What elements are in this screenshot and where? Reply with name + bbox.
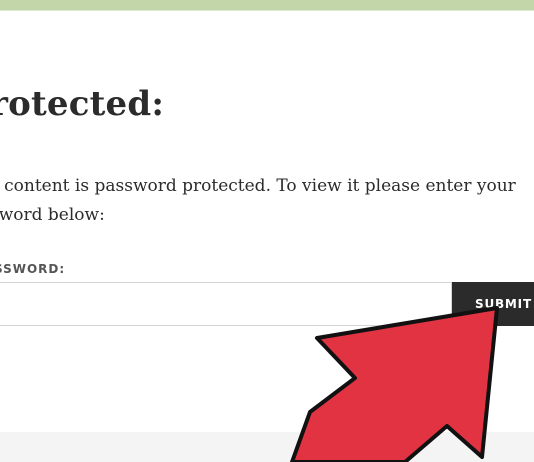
page-title: rotected: [0,84,165,124]
red-arrow-icon [290,306,499,462]
footer-band [0,432,534,462]
top-bar [0,0,534,10]
password-input[interactable]: • [0,282,452,326]
protected-message: s content is password protected. To view… [0,176,516,225]
submit-button[interactable]: SUBMIT [452,282,534,326]
password-label: SSWORD: [0,262,66,276]
page: rotected: s content is password protecte… [0,0,534,462]
top-bar-divider [0,10,534,11]
